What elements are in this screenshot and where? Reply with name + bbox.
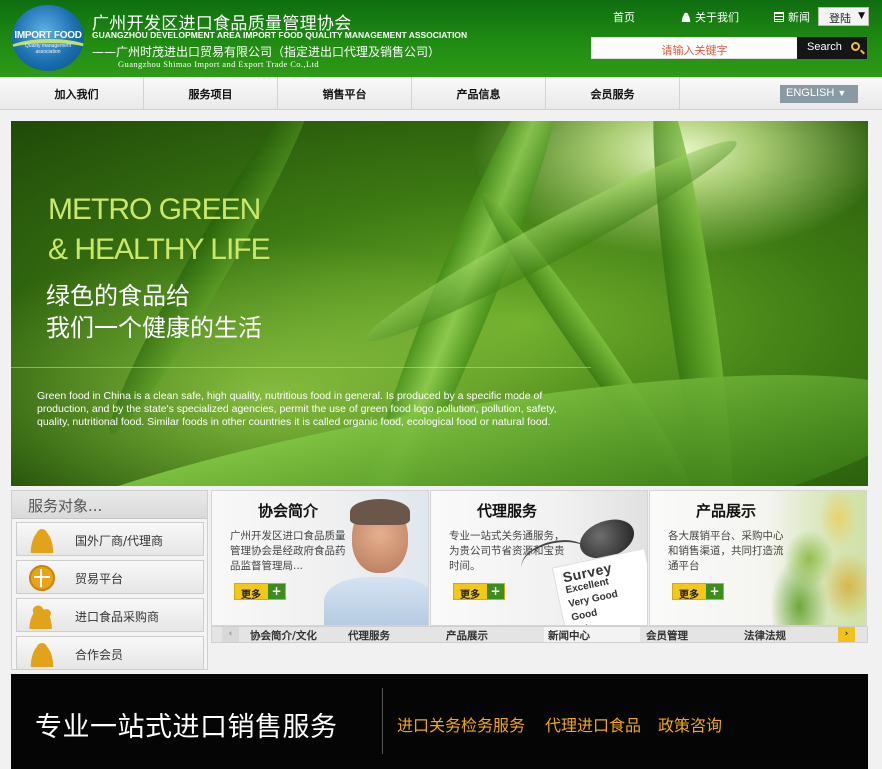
nav-item-sales[interactable]: 销售平台	[278, 77, 412, 110]
member-icon	[29, 641, 55, 667]
main-nav: 加入我们 服务项目 销售平台 产品信息 会员服务 ENGLISH ▼	[0, 77, 882, 110]
section-tab-bar: ‹ 协会简介/文化 代理服务 产品展示 新闻中心 会员管理 法律法规 ›	[211, 626, 868, 643]
document-icon	[774, 12, 784, 22]
band-link-policy[interactable]: 政策咨询	[658, 712, 722, 736]
panel-title: 协会简介	[258, 502, 319, 520]
person-icon	[29, 527, 55, 553]
panel-title: 产品展示	[696, 502, 757, 520]
more-button[interactable]: 更多 +	[234, 583, 286, 601]
sidebar-item-food-buyers[interactable]: 进口食品采购商	[16, 598, 204, 632]
band-divider	[382, 688, 383, 754]
service-band: 专业一站式进口销售服务 进口关务检务服务 代理进口食品 政策咨询	[11, 674, 868, 769]
chevron-left-icon[interactable]: ‹	[222, 627, 239, 642]
banner-headline-cn-2: 我们一个健康的生活	[46, 314, 262, 342]
service-target-sidebar: 服务对象... 国外厂商/代理商 贸易平台 进口食品采购商 合作会员	[11, 490, 208, 670]
nav-item-join[interactable]: 加入我们	[10, 77, 144, 110]
chevron-down-icon: ▼	[837, 88, 847, 98]
person-icon	[681, 12, 691, 22]
home-link[interactable]: 首页	[613, 9, 635, 25]
nav-item-products[interactable]: 产品信息	[412, 77, 546, 110]
language-label: ENGLISH	[786, 87, 835, 99]
about-link[interactable]: 关于我们	[681, 9, 739, 25]
banner-description: Green food in China is a clean safe, hig…	[37, 390, 557, 428]
chevron-down-icon: ▼	[858, 11, 865, 21]
sidebar-title: 服务对象...	[12, 491, 207, 519]
tab-agency[interactable]: 代理服务	[348, 627, 390, 642]
hero-banner[interactable]: METRO GREEN & HEALTHY LIFE 绿色的食品给 我们一个健康…	[11, 121, 868, 486]
search-input[interactable]: 请输入关键字	[591, 37, 798, 59]
sidebar-item-partner-members[interactable]: 合作会员	[16, 636, 204, 670]
search-button-label: Search	[807, 41, 842, 53]
tab-regulations[interactable]: 法律法规	[744, 627, 786, 642]
banner-divider	[11, 367, 591, 368]
news-link[interactable]: 新闻	[774, 9, 810, 25]
more-label: 更多	[241, 590, 261, 601]
panel-text: 广州开发区进口食品质量管理协会是经政府食品药品监督管理局...	[230, 530, 346, 572]
nav-item-services[interactable]: 服务项目	[144, 77, 278, 110]
people-icon	[29, 603, 55, 629]
org-name-en: GUANGZHOU DEVELOPMENT AREA IMPORT FOOD Q…	[92, 30, 468, 40]
chevron-right-icon[interactable]: ›	[838, 627, 855, 642]
search-icon	[851, 42, 860, 51]
photo-hair	[350, 499, 410, 525]
banner-headline-cn-1: 绿色的食品给	[46, 282, 190, 310]
import-food-logo[interactable]: IMPORT FOOD Quality management associati…	[12, 5, 84, 71]
more-button[interactable]: 更多 +	[453, 583, 505, 601]
more-label: 更多	[679, 590, 699, 601]
logo-subtext: Quality management association	[24, 43, 72, 55]
sidebar-item-trade-platform[interactable]: 贸易平台	[16, 560, 204, 594]
sidebar-item-foreign-vendors[interactable]: 国外厂商/代理商	[16, 522, 204, 556]
logo-text: IMPORT FOOD	[14, 30, 82, 41]
globe-icon	[29, 565, 55, 591]
home-link-label: 首页	[613, 11, 635, 24]
nav-item-members[interactable]: 会员服务	[546, 77, 680, 110]
band-link-import-agency[interactable]: 代理进口食品	[545, 712, 641, 736]
plus-icon: +	[268, 584, 285, 599]
sidebar-item-label: 国外厂商/代理商	[75, 534, 164, 548]
panel-text: 各大展销平台、采购中心和销售渠道，共同打造流通平台	[668, 530, 784, 572]
about-link-label: 关于我们	[695, 11, 739, 24]
panel-product-display: 产品展示 各大展销平台、采购中心和销售渠道，共同打造流通平台 更多 +	[649, 490, 867, 626]
tab-association[interactable]: 协会简介/文化	[250, 627, 317, 642]
photo-body	[324, 577, 428, 625]
tab-news[interactable]: 新闻中心	[544, 627, 640, 642]
news-link-label: 新闻	[788, 11, 810, 24]
tab-products[interactable]: 产品展示	[446, 627, 488, 642]
tab-member-management[interactable]: 会员管理	[646, 627, 688, 642]
band-link-customs[interactable]: 进口关务检务服务	[397, 712, 525, 736]
panel-title: 代理服务	[477, 502, 538, 520]
plus-icon: +	[706, 584, 723, 599]
panel-text: 专业一站式关务通服务，为贵公司节省资源和宝贵时间。	[449, 530, 565, 572]
band-headline: 专业一站式进口销售服务	[35, 712, 338, 743]
more-button[interactable]: 更多 +	[672, 583, 724, 601]
panel-association-intro: 协会简介 广州开发区进口食品质量管理协会是经政府食品药品监督管理局... 更多 +	[211, 490, 429, 626]
login-dropdown[interactable]: 登陆 ▼	[818, 7, 869, 26]
panel-agency-service: Survey Excellent Very Good Good Fair 代理服…	[430, 490, 648, 626]
site-header: IMPORT FOOD Quality management associati…	[0, 0, 882, 77]
company-name-cn: ——广州时茂进出口贸易有限公司（指定进出口代理及销售公司）	[92, 45, 441, 59]
feature-panels: 协会简介 广州开发区进口食品质量管理协会是经政府食品药品监督管理局... 更多 +…	[211, 490, 868, 626]
sidebar-item-label: 贸易平台	[75, 572, 124, 586]
sidebar-item-label: 进口食品采购商	[75, 610, 160, 624]
language-selector[interactable]: ENGLISH ▼	[780, 85, 858, 103]
sidebar-item-label: 合作会员	[75, 648, 124, 662]
plus-icon: +	[487, 584, 504, 599]
banner-headline-1: METRO GREEN	[48, 193, 261, 226]
company-name-en: Guangzhou Shimao Import and Export Trade…	[118, 59, 319, 69]
search-button[interactable]: Search	[797, 37, 867, 59]
banner-headline-2: & HEALTHY LIFE	[48, 233, 271, 266]
more-label: 更多	[460, 590, 480, 601]
login-label: 登陆	[829, 12, 851, 25]
